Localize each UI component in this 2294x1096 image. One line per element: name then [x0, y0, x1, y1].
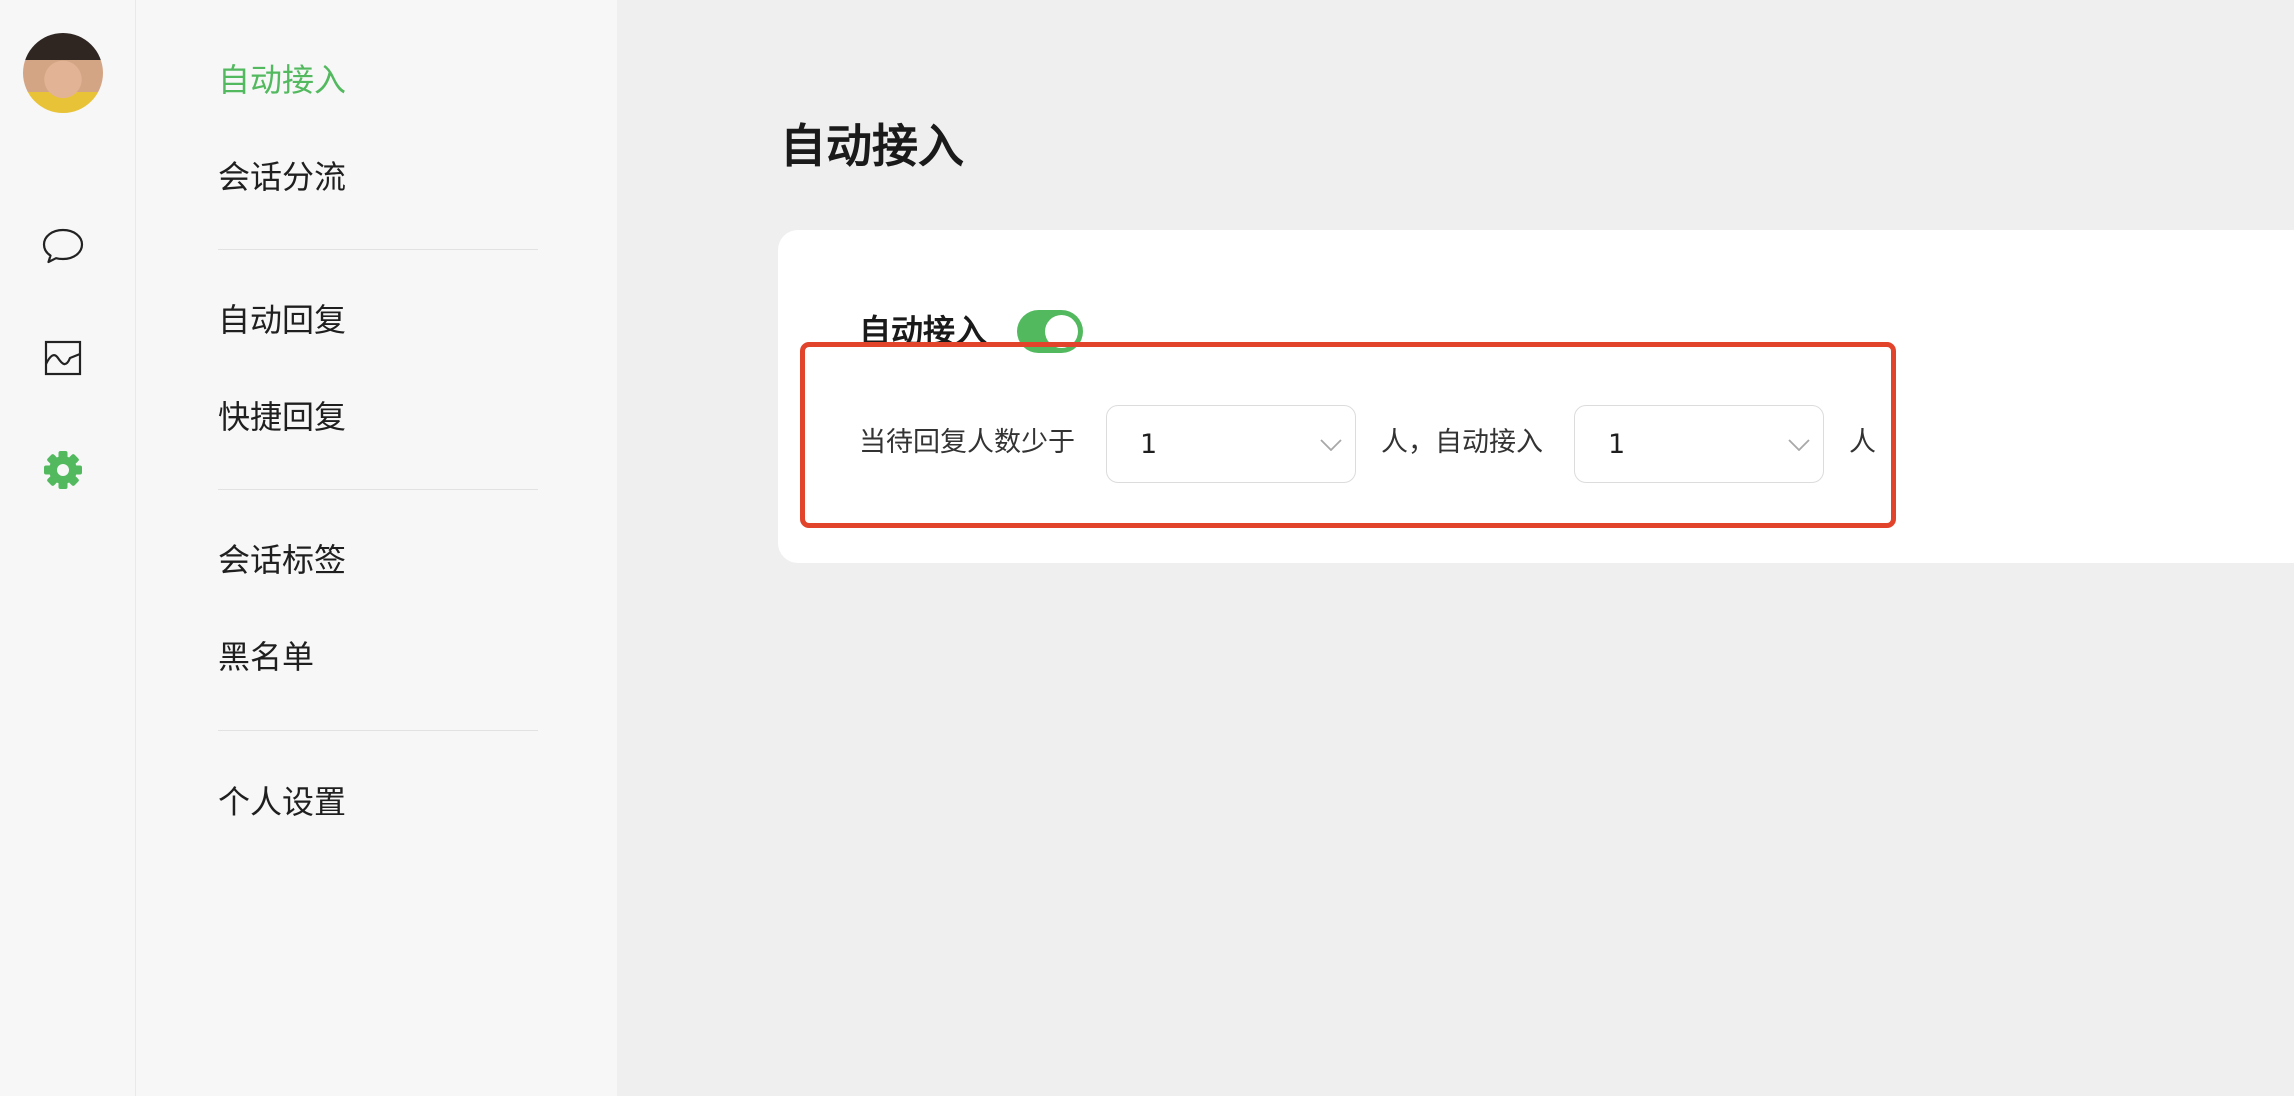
select-value: 1 [1140, 429, 1158, 460]
toggle-knob [1045, 315, 1078, 348]
waiting-threshold-select[interactable]: 1 [1106, 405, 1356, 483]
rule-suffix-text: 人 [1849, 427, 1876, 458]
chevron-down-icon [1788, 439, 1810, 451]
sidebar-item-auto-accept[interactable]: 自动接入 [218, 57, 538, 103]
auto-accept-toggle[interactable] [1017, 310, 1083, 353]
settings-gear-icon[interactable] [43, 450, 83, 490]
sidebar-item-auto-reply[interactable]: 自动回复 [218, 297, 538, 343]
chart-icon[interactable] [44, 340, 82, 376]
sidebar-item-session-routing[interactable]: 会话分流 [218, 154, 538, 200]
sidebar-divider [218, 730, 538, 731]
chat-bubble-icon[interactable] [41, 226, 85, 266]
icon-rail [0, 0, 136, 1096]
settings-sidebar: 自动接入 会话分流 自动回复 快捷回复 会话标签 黑名单 个人设置 [136, 0, 617, 1096]
sidebar-item-blacklist[interactable]: 黑名单 [218, 634, 538, 680]
chevron-down-icon [1320, 439, 1342, 451]
auto-accept-toggle-label: 自动接入 [859, 312, 988, 350]
rule-prefix-text: 当待回复人数少于 [859, 427, 1075, 458]
accept-count-select[interactable]: 1 [1574, 405, 1824, 483]
avatar[interactable] [23, 33, 103, 113]
page-title: 自动接入 [780, 119, 964, 173]
sidebar-item-session-tags[interactable]: 会话标签 [218, 537, 538, 583]
sidebar-item-quick-reply[interactable]: 快捷回复 [218, 394, 538, 440]
rule-middle-text: 人，自动接入 [1381, 427, 1543, 458]
auto-accept-card: 自动接入 当待回复人数少于 1 人，自动接入 1 人 [778, 230, 2294, 563]
sidebar-divider [218, 489, 538, 490]
select-value: 1 [1608, 429, 1626, 460]
sidebar-divider [218, 249, 538, 250]
sidebar-item-personal-settings[interactable]: 个人设置 [218, 779, 538, 825]
